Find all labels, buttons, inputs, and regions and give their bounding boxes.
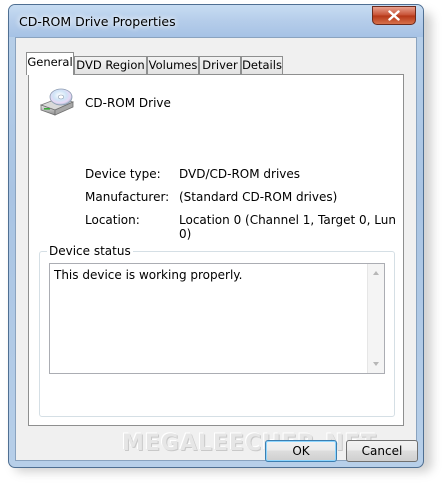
tab-dvd-region[interactable]: DVD Region <box>74 56 147 74</box>
tab-details[interactable]: Details <box>241 56 283 74</box>
manufacturer-value: (Standard CD-ROM drives) <box>179 190 338 204</box>
cd-rom-drive-icon <box>39 87 75 120</box>
dialog-client-area: General DVD Region Volumes Driver Detail… <box>15 37 418 462</box>
tab-driver[interactable]: Driver <box>199 56 241 74</box>
watermark: MEGALEECHER.NET <box>122 431 377 456</box>
tab-details-label: Details <box>242 58 282 72</box>
location-label: Location: <box>85 213 140 227</box>
ok-button[interactable]: OK <box>265 440 337 462</box>
location-value: Location 0 (Channel 1, Target 0, Lun 0) <box>179 213 396 241</box>
close-icon <box>388 10 400 21</box>
device-type-label: Device type: <box>85 167 161 181</box>
device-status-textbox[interactable]: This device is working properly. <box>49 263 385 374</box>
device-type-value: DVD/CD-ROM drives <box>179 167 301 181</box>
tab-volumes-label: Volumes <box>148 58 198 72</box>
tab-general-label: General <box>27 55 73 69</box>
scroll-up-icon[interactable] <box>373 271 379 275</box>
cancel-button[interactable]: Cancel <box>346 440 418 462</box>
close-button[interactable] <box>372 6 416 25</box>
device-status-group: Device status This device is working pro… <box>39 244 395 417</box>
status-scrollbar[interactable] <box>367 264 384 373</box>
device-name: CD-ROM Drive <box>85 96 171 110</box>
properties-dialog: CD-ROM Drive Properties General DVD Regi… <box>8 4 424 468</box>
general-tab-panel: CD-ROM Drive Device type: DVD/CD-ROM dri… <box>28 74 404 426</box>
title-bar[interactable]: CD-ROM Drive Properties <box>9 5 423 37</box>
tab-general[interactable]: General <box>26 52 74 75</box>
window-title: CD-ROM Drive Properties <box>19 14 176 29</box>
device-status-title: Device status <box>47 244 133 258</box>
tab-driver-label: Driver <box>202 58 238 72</box>
manufacturer-label: Manufacturer: <box>85 190 170 204</box>
tab-dvd-region-label: DVD Region <box>76 58 145 72</box>
tab-volumes[interactable]: Volumes <box>147 56 199 74</box>
scroll-down-icon[interactable] <box>373 362 379 366</box>
device-status-text: This device is working properly. <box>54 268 243 282</box>
